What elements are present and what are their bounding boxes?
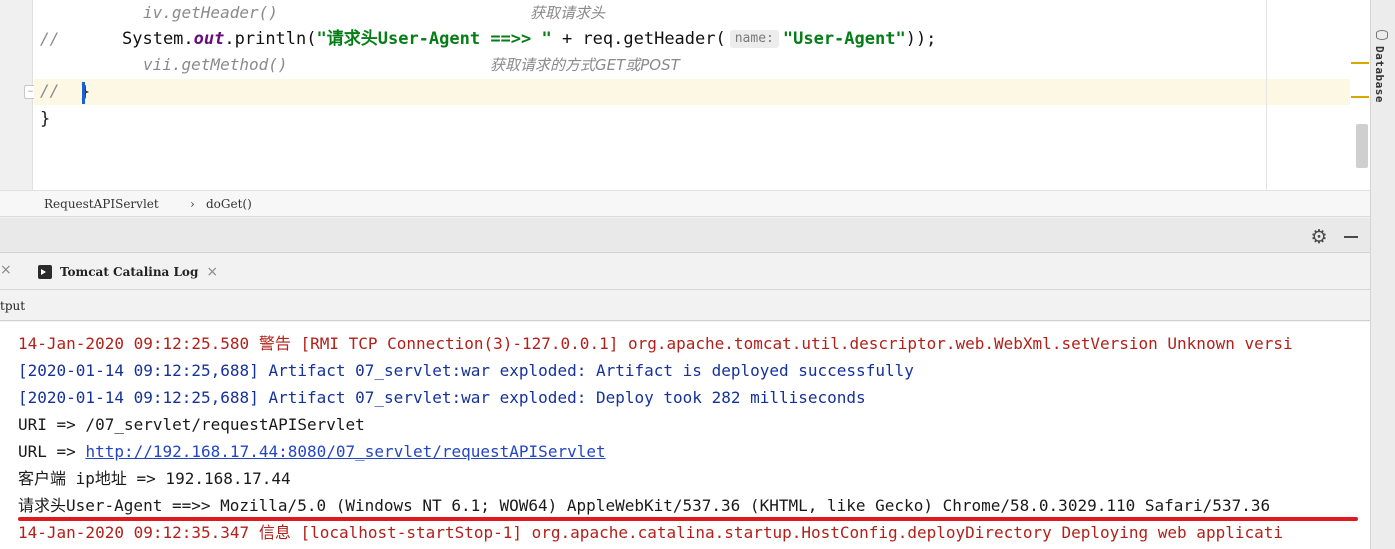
- database-tool-button[interactable]: Database: [1373, 46, 1386, 103]
- minimize-icon[interactable]: [1344, 236, 1358, 238]
- string-literal: "请求头User-Agent ==>> ": [316, 29, 552, 49]
- text-caret: [82, 82, 85, 104]
- console-line: 14-Jan-2020 09:12:25.580 警告 [RMI TCP Con…: [18, 334, 1293, 353]
- code-line: //: [0, 0, 59, 48]
- comment-note: 获取请求头: [530, 4, 606, 22]
- comment-marker: //: [40, 81, 60, 100]
- warning-marker[interactable]: [1351, 96, 1369, 98]
- breadcrumb-class[interactable]: RequestAPIServlet: [44, 197, 159, 211]
- console-line: URI => /07_servlet/requestAPIServlet: [18, 415, 365, 434]
- database-icon[interactable]: [1376, 30, 1388, 40]
- breadcrumb-separator: ›: [190, 197, 195, 211]
- console-line: 客户端 ip地址 => 192.168.17.44: [18, 469, 291, 488]
- comment-marker: //: [40, 29, 60, 48]
- tool-window-header: [0, 218, 1370, 253]
- tab-label: Tomcat Catalina Log: [60, 265, 199, 279]
- comment-code: vii.getMethod(): [143, 55, 288, 74]
- code-token: System.: [122, 29, 194, 49]
- code-token: .println(: [224, 29, 317, 49]
- current-line-highlight: [34, 79, 1350, 105]
- code-line: System.out.println("请求头User-Agent ==>> "…: [122, 26, 936, 52]
- code-token: + req.getHeader(: [551, 29, 726, 49]
- close-icon[interactable]: ×: [206, 264, 218, 280]
- editor-scrollbar[interactable]: [1356, 124, 1368, 168]
- parameter-hint: name:: [729, 30, 779, 48]
- tab-tomcat-catalina-log[interactable]: Tomcat Catalina Log ×: [30, 258, 226, 286]
- code-line: //: [0, 52, 59, 100]
- output-label: tput: [0, 299, 26, 313]
- close-icon[interactable]: ×: [0, 262, 12, 278]
- right-margin-guide: [1266, 0, 1267, 190]
- breadcrumb-method[interactable]: doGet(): [206, 197, 252, 211]
- console-text: URL =>: [18, 442, 86, 461]
- console-line: 请求头User-Agent ==>> Mozilla/5.0 (Windows …: [18, 496, 1271, 515]
- output-row: [0, 291, 1370, 321]
- console-icon: [38, 265, 52, 279]
- console-line: [2020-01-14 09:12:25,688] Artifact 07_se…: [18, 388, 866, 407]
- comment-code: iv.getHeader(): [143, 3, 278, 22]
- gear-icon[interactable]: ⚙: [1309, 227, 1329, 247]
- console-line: 14-Jan-2020 09:12:35.347 信息 [localhost-s…: [18, 523, 1283, 542]
- code-editor[interactable]: − // iv.getHeader() 获取请求头 System.out.pri…: [0, 0, 1370, 190]
- breadcrumb: RequestAPIServlet › doGet(): [0, 190, 1370, 217]
- class-close-brace: }: [40, 109, 51, 129]
- warning-marker[interactable]: [1351, 62, 1369, 64]
- console-line: URL => http://192.168.17.44:8080/07_serv…: [18, 438, 606, 465]
- console-line: [2020-01-14 09:12:25,688] Artifact 07_se…: [18, 361, 914, 380]
- comment-note: 获取请求的方式GET或POST: [490, 56, 680, 74]
- console-url-link[interactable]: http://192.168.17.44:8080/07_servlet/req…: [85, 442, 605, 461]
- string-literal: "User-Agent": [782, 29, 906, 49]
- code-token: ));: [905, 29, 937, 49]
- code-token: out: [193, 29, 225, 49]
